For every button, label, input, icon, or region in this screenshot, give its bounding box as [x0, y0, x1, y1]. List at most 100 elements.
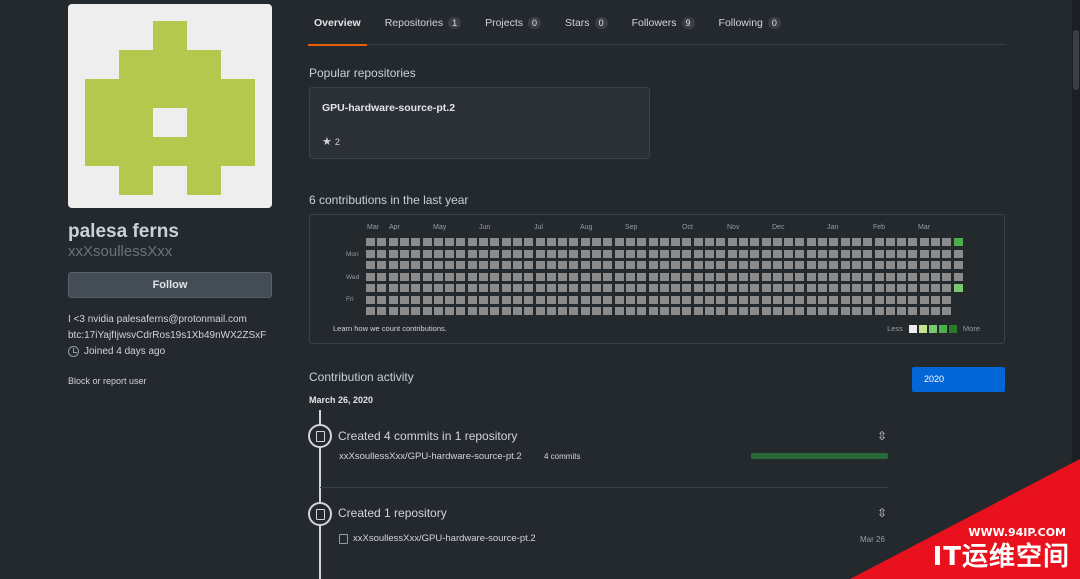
- contribution-day[interactable]: [806, 261, 816, 269]
- contribution-day[interactable]: [411, 284, 421, 292]
- contribution-day[interactable]: [512, 272, 522, 281]
- contribution-day[interactable]: [953, 238, 963, 246]
- contribution-day[interactable]: [908, 249, 918, 258]
- contribution-day[interactable]: [806, 249, 816, 258]
- contribution-day[interactable]: [637, 295, 647, 304]
- contribution-day[interactable]: [953, 249, 963, 258]
- contribution-day[interactable]: [671, 284, 681, 292]
- contribution-day[interactable]: [388, 295, 398, 304]
- contribution-day[interactable]: [546, 238, 556, 246]
- contribution-day[interactable]: [772, 238, 782, 246]
- contribution-day[interactable]: [705, 272, 714, 281]
- contribution-day[interactable]: [784, 261, 794, 269]
- contribution-day[interactable]: [784, 272, 794, 281]
- contribution-day[interactable]: [874, 261, 884, 269]
- contribution-day[interactable]: [806, 295, 816, 304]
- contribution-day[interactable]: [569, 238, 579, 246]
- contribution-day[interactable]: [897, 261, 907, 269]
- contribution-day[interactable]: [625, 249, 635, 258]
- repo-name-link[interactable]: GPU-hardware-source-pt.2: [322, 102, 455, 114]
- contribution-day[interactable]: [761, 249, 771, 258]
- contribution-day[interactable]: [524, 249, 534, 258]
- contribution-day[interactable]: [524, 238, 534, 246]
- contribution-day[interactable]: [931, 272, 940, 281]
- contribution-day[interactable]: [738, 295, 748, 304]
- contribution-day[interactable]: [377, 284, 387, 292]
- contribution-day[interactable]: [750, 307, 760, 315]
- contribution-day[interactable]: [467, 261, 477, 269]
- contribution-day[interactable]: [659, 272, 669, 281]
- contribution-day[interactable]: [671, 249, 681, 258]
- contribution-day[interactable]: [377, 261, 387, 269]
- contribution-day[interactable]: [479, 249, 488, 258]
- contribution-day[interactable]: [919, 284, 929, 292]
- contribution-day[interactable]: [874, 238, 884, 246]
- tab-following[interactable]: Following 0: [713, 0, 787, 45]
- contribution-day[interactable]: [366, 238, 375, 246]
- contribution-day[interactable]: [580, 272, 590, 281]
- contribution-day[interactable]: [422, 272, 432, 281]
- scrollbar-thumb[interactable]: [1073, 30, 1079, 90]
- contribution-day[interactable]: [705, 284, 714, 292]
- contribution-day[interactable]: [829, 238, 839, 246]
- contribution-day[interactable]: [569, 284, 579, 292]
- contribution-day[interactable]: [716, 295, 726, 304]
- contribution-day[interactable]: [569, 249, 579, 258]
- contribution-day[interactable]: [851, 284, 861, 292]
- contribution-day[interactable]: [456, 307, 466, 315]
- contribution-day[interactable]: [772, 284, 782, 292]
- contribution-day[interactable]: [558, 272, 568, 281]
- contribution-day[interactable]: [761, 238, 771, 246]
- contribution-day[interactable]: [569, 261, 579, 269]
- contribution-day[interactable]: [524, 261, 534, 269]
- contribution-day[interactable]: [693, 238, 703, 246]
- contribution-day[interactable]: [445, 307, 455, 315]
- contribution-day[interactable]: [433, 238, 443, 246]
- contribution-day[interactable]: [501, 249, 511, 258]
- contribution-day[interactable]: [592, 284, 601, 292]
- contribution-day[interactable]: [840, 272, 850, 281]
- contribution-day[interactable]: [388, 261, 398, 269]
- contribution-day[interactable]: [806, 272, 816, 281]
- contribution-day[interactable]: [851, 249, 861, 258]
- contribution-day[interactable]: [399, 249, 409, 258]
- contribution-day[interactable]: [738, 307, 748, 315]
- contribution-day[interactable]: [874, 295, 884, 304]
- contribution-day[interactable]: [761, 272, 771, 281]
- contribution-day[interactable]: [388, 272, 398, 281]
- contribution-day[interactable]: [366, 295, 375, 304]
- contribution-day[interactable]: [705, 307, 714, 315]
- contribution-day[interactable]: [637, 307, 647, 315]
- contribution-day[interactable]: [558, 238, 568, 246]
- contribution-day[interactable]: [795, 272, 805, 281]
- contribution-day[interactable]: [885, 238, 895, 246]
- contribution-day[interactable]: [467, 284, 477, 292]
- contribution-day[interactable]: [377, 249, 387, 258]
- contribution-day[interactable]: [479, 272, 488, 281]
- contribution-day[interactable]: [648, 238, 658, 246]
- contribution-day[interactable]: [603, 295, 613, 304]
- contribution-day[interactable]: [874, 284, 884, 292]
- contribution-day[interactable]: [840, 249, 850, 258]
- contribution-day[interactable]: [377, 272, 387, 281]
- block-report-link[interactable]: Block or report user: [68, 376, 147, 386]
- contribution-day[interactable]: [727, 307, 737, 315]
- contribution-day[interactable]: [614, 261, 624, 269]
- contribution-day[interactable]: [637, 249, 647, 258]
- contribution-day[interactable]: [580, 249, 590, 258]
- contribution-day[interactable]: [388, 284, 398, 292]
- tab-repositories[interactable]: Repositories 1: [379, 0, 467, 45]
- contribution-day[interactable]: [546, 295, 556, 304]
- contribution-day[interactable]: [377, 295, 387, 304]
- contribution-day[interactable]: [840, 261, 850, 269]
- contribution-day[interactable]: [953, 284, 963, 292]
- contribution-day[interactable]: [671, 238, 681, 246]
- contribution-day[interactable]: [569, 295, 579, 304]
- contribution-day[interactable]: [388, 307, 398, 315]
- contribution-day[interactable]: [931, 307, 940, 315]
- contribution-day[interactable]: [445, 249, 455, 258]
- contribution-day[interactable]: [512, 295, 522, 304]
- contribution-day[interactable]: [490, 307, 500, 315]
- contribution-day[interactable]: [366, 284, 375, 292]
- contribution-day[interactable]: [592, 249, 601, 258]
